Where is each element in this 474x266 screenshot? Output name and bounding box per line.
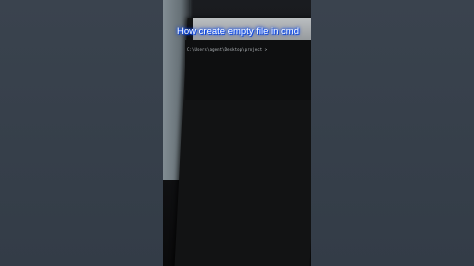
left-letterbox xyxy=(0,0,163,266)
right-letterbox xyxy=(311,0,474,266)
cmd-prompt: C:\Users\agent\Desktop\project > xyxy=(187,47,268,52)
video-caption: How create empty file in cmd xyxy=(177,26,299,37)
video-player[interactable]: C:\Users\agent\Desktop\project > xyxy=(163,0,311,266)
video-frame: C:\Users\agent\Desktop\project > How cre… xyxy=(0,0,474,266)
